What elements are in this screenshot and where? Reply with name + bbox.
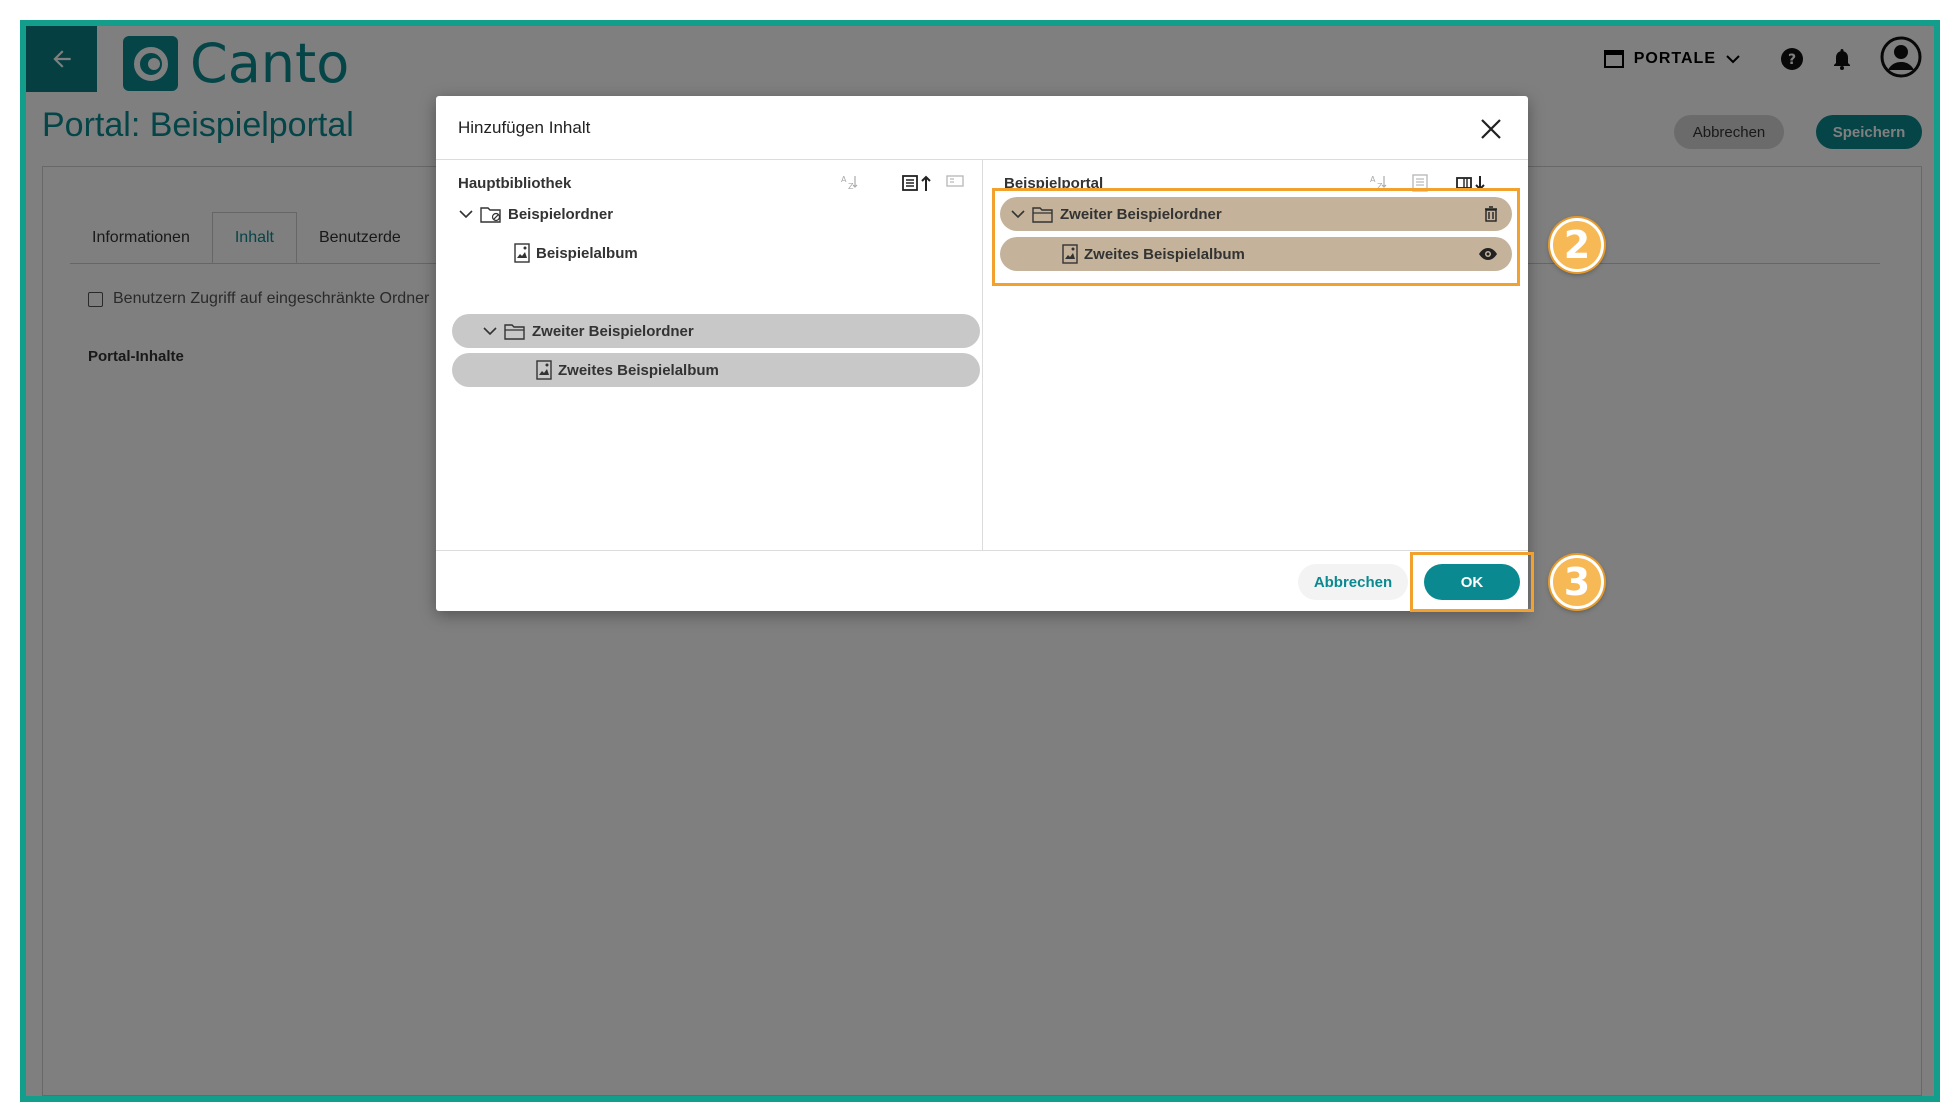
svg-text:Z: Z [848, 182, 854, 190]
chevron-down-icon[interactable] [458, 208, 474, 220]
close-icon [1481, 119, 1501, 139]
chevron-down-icon[interactable] [482, 325, 498, 337]
highlight-portal-items [992, 188, 1520, 286]
step-badge-3: 3 [1550, 555, 1604, 609]
dialog-title: Hinzufügen Inhalt [458, 118, 591, 137]
folder-icon [504, 322, 526, 340]
svg-text:A: A [841, 175, 847, 184]
tree-item-zweiter-beispielordner[interactable]: Zweiter Beispielordner [452, 314, 980, 348]
tree-item-label: Zweiter Beispielordner [532, 322, 694, 340]
tree-item-beispielalbum[interactable]: Beispielalbum [514, 236, 874, 270]
screenshot-frame: Canto PORTALE ? Portal: Beispielportal A… [20, 20, 1940, 1102]
pane-divider [982, 160, 983, 550]
view-icon [946, 175, 964, 187]
left-sort-alpha-button[interactable]: AZ [841, 174, 859, 190]
album-icon [536, 360, 552, 380]
tree-item-label: Beispielalbum [536, 244, 638, 262]
dialog-cancel-button[interactable]: Abbrechen [1298, 564, 1408, 600]
dialog-footer-divider [436, 550, 1528, 551]
dialog-close-button[interactable] [1476, 114, 1506, 144]
restricted-folder-icon [480, 205, 502, 223]
svg-text:A: A [1370, 175, 1376, 184]
highlight-ok-button [1410, 552, 1534, 612]
step-badge-2: 2 [1550, 218, 1604, 272]
library-pane-title: Hauptbibliothek [458, 175, 572, 192]
album-icon [514, 243, 530, 263]
tree-item-label: Beispielordner [508, 205, 614, 223]
add-content-dialog: Hinzufügen Inhalt Hauptbibliothek AZ Bei… [436, 96, 1534, 612]
tree-item-label: Zweites Beispielalbum [558, 361, 719, 379]
sort-date-icon [902, 175, 931, 191]
left-view-button[interactable] [946, 174, 964, 188]
left-sort-date-button[interactable] [902, 174, 934, 192]
tree-item-beispielordner[interactable]: Beispielordner [458, 197, 878, 231]
sort-alpha-icon: AZ [841, 175, 858, 190]
tree-item-zweites-beispielalbum[interactable]: Zweites Beispielalbum [452, 353, 980, 387]
